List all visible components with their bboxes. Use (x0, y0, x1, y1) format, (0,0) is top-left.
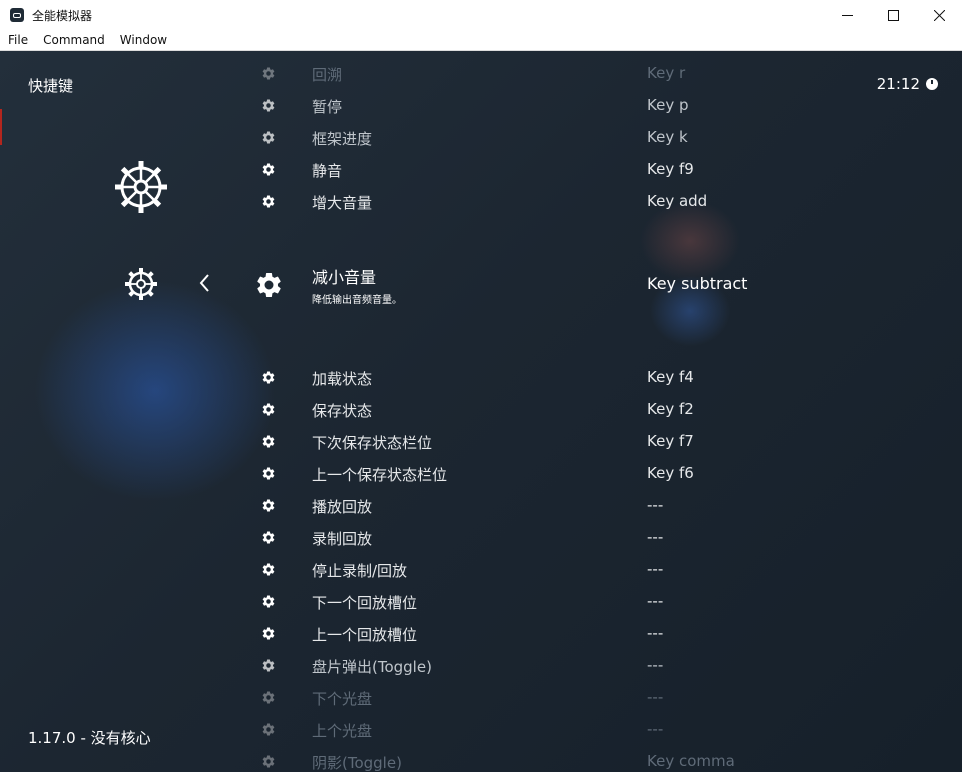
hotkey-label: 录制回放 (312, 530, 373, 548)
version-label: 1.17.0 - 没有核心 (28, 729, 151, 747)
close-icon (933, 9, 945, 21)
hotkey-label: 下个光盘 (312, 690, 373, 708)
gear-icon (261, 66, 276, 81)
gear-icon (261, 194, 276, 209)
hotkey-value: Key comma (647, 752, 735, 770)
list-item[interactable]: 录制回放 --- (0, 522, 962, 554)
main-content: 快捷键 21:12 回溯 Key r 暂停 Key p 框架进度 Key k 静… (0, 51, 962, 772)
gear-icon (261, 530, 276, 545)
list-item[interactable]: 播放回放 --- (0, 490, 962, 522)
hotkey-label: 保存状态 (312, 402, 373, 420)
hotkey-value: --- (647, 528, 664, 546)
gear-icon (254, 270, 284, 300)
minimize-button[interactable] (824, 0, 870, 30)
hotkey-value: Key f4 (647, 368, 694, 386)
list-item[interactable]: 静音 Key f9 (0, 154, 962, 186)
selected-list-item[interactable]: 减小音量 降低输出音频音量。 Key subtract (0, 256, 962, 316)
gear-icon (261, 658, 276, 673)
gear-icon (261, 594, 276, 609)
gear-icon (261, 722, 276, 737)
hotkey-label: 上一个保存状态栏位 (312, 466, 448, 484)
hotkey-value: Key p (647, 96, 689, 114)
gear-icon (261, 130, 276, 145)
hotkey-value: --- (647, 624, 664, 642)
hotkey-label: 加载状态 (312, 370, 373, 388)
hotkey-label: 停止录制/回放 (312, 562, 408, 580)
list-item[interactable]: 下个光盘 --- (0, 682, 962, 714)
gear-icon (261, 402, 276, 417)
hotkey-label: 播放回放 (312, 498, 373, 516)
list-item[interactable]: 上一个保存状态栏位 Key f6 (0, 458, 962, 490)
selected-hotkey-label: 减小音量 (312, 268, 377, 287)
hotkey-list: 回溯 Key r 暂停 Key p 框架进度 Key k 静音 Key f9 增… (0, 51, 962, 772)
list-item[interactable]: 增大音量 Key add (0, 186, 962, 218)
hotkey-label: 阴影(Toggle) (312, 754, 402, 772)
hotkey-label: 回溯 (312, 66, 343, 84)
gear-icon (261, 498, 276, 513)
gear-icon (261, 434, 276, 449)
gear-icon (261, 690, 276, 705)
selected-hotkey-description: 降低输出音频音量。 (312, 295, 402, 306)
minimize-icon (841, 14, 853, 16)
hotkey-label: 上个光盘 (312, 722, 373, 740)
hotkey-value: Key add (647, 192, 708, 210)
list-item[interactable]: 加载状态 Key f4 (0, 362, 962, 394)
gear-icon (261, 370, 276, 385)
menu-file[interactable]: File (0, 33, 35, 47)
hotkey-label: 增大音量 (312, 194, 373, 212)
hotkey-value: Key f6 (647, 464, 694, 482)
hotkey-value: --- (647, 656, 664, 674)
maximize-button[interactable] (870, 0, 916, 30)
gear-icon (261, 98, 276, 113)
title-bar: 全能模拟器 (0, 0, 962, 30)
list-item[interactable]: 回溯 Key r (0, 58, 962, 90)
gear-icon (261, 466, 276, 481)
hotkey-label: 框架进度 (312, 130, 373, 148)
list-item[interactable]: 保存状态 Key f2 (0, 394, 962, 426)
menu-command[interactable]: Command (35, 33, 112, 47)
list-item[interactable]: 上一个回放槽位 --- (0, 618, 962, 650)
hotkey-label: 上一个回放槽位 (312, 626, 418, 644)
app-icon (10, 8, 24, 22)
hotkey-value: Key f2 (647, 400, 694, 418)
list-item[interactable]: 停止录制/回放 --- (0, 554, 962, 586)
hotkey-label: 静音 (312, 162, 343, 180)
list-item[interactable]: 框架进度 Key k (0, 122, 962, 154)
list-item[interactable]: 下次保存状态栏位 Key f7 (0, 426, 962, 458)
gear-icon (261, 162, 276, 177)
window-controls (824, 0, 962, 30)
hotkey-value: Key f7 (647, 432, 694, 450)
hotkey-label: 下一个回放槽位 (312, 594, 418, 612)
list-item[interactable]: 阴影(Toggle) Key comma (0, 746, 962, 772)
hotkey-value: Key k (647, 128, 688, 146)
hotkey-label: 暂停 (312, 98, 343, 116)
close-button[interactable] (916, 0, 962, 30)
list-item[interactable]: 盘片弹出(Toggle) --- (0, 650, 962, 682)
menu-window[interactable]: Window (112, 33, 174, 47)
hotkey-value: Key r (647, 64, 686, 82)
hotkey-value: --- (647, 720, 664, 738)
hotkey-value: --- (647, 496, 664, 514)
hotkey-value: --- (647, 688, 664, 706)
hotkey-value: --- (647, 560, 664, 578)
hotkey-label: 下次保存状态栏位 (312, 434, 433, 452)
gear-icon (261, 562, 276, 577)
hotkey-value: --- (647, 592, 664, 610)
list-item[interactable]: 暂停 Key p (0, 90, 962, 122)
maximize-icon (887, 9, 899, 21)
hotkey-value: Key f9 (647, 160, 694, 178)
gear-icon (261, 754, 276, 769)
menu-bar: File Command Window (0, 30, 962, 51)
selected-hotkey-value: Key subtract (647, 274, 748, 293)
window-title: 全能模拟器 (32, 8, 93, 23)
list-item[interactable]: 下一个回放槽位 --- (0, 586, 962, 618)
gear-icon (261, 626, 276, 641)
hotkey-label: 盘片弹出(Toggle) (312, 658, 432, 676)
